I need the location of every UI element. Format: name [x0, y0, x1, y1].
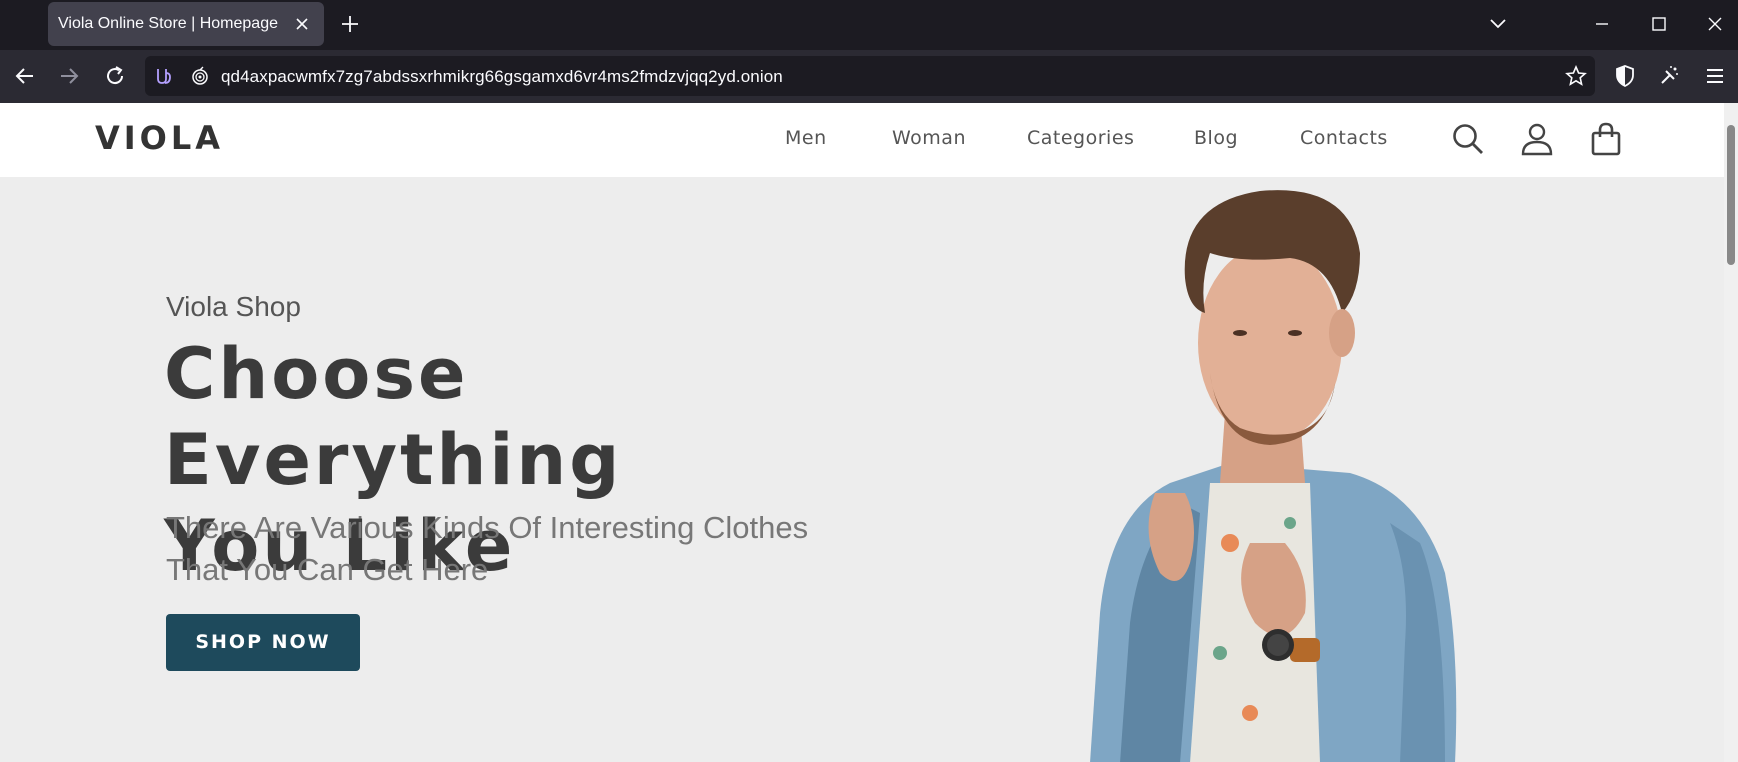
star-icon[interactable] — [1565, 65, 1587, 87]
browser-navbar: qd4axpacwmfx7zg7abdssxrhmikrg66gsgamxd6v… — [0, 50, 1738, 103]
nav-item-blog[interactable]: Blog — [1194, 127, 1238, 149]
hero-subtitle: Viola Shop — [166, 291, 301, 322]
hero-description: There Are Various Kinds Of Interesting C… — [166, 510, 809, 587]
site-header: VIOLA Men Woman Categories Blog Contacts — [0, 103, 1724, 177]
page-scrollbar[interactable] — [1724, 103, 1738, 762]
scrollbar-thumb[interactable] — [1727, 125, 1735, 265]
nav-item-contacts[interactable]: Contacts — [1300, 127, 1388, 149]
web-page: VIOLA Men Woman Categories Blog Contacts… — [0, 103, 1724, 762]
back-icon[interactable] — [12, 63, 38, 89]
minimize-icon[interactable] — [1588, 10, 1616, 38]
hero-title-line-1: Choose Everything — [164, 333, 623, 501]
chevron-down-icon[interactable] — [1484, 10, 1512, 38]
tab-title: Viola Online Store | Homepage — [58, 15, 278, 32]
close-icon[interactable] — [292, 14, 312, 34]
search-icon[interactable] — [1450, 121, 1486, 157]
forward-icon[interactable] — [56, 63, 82, 89]
url-bar[interactable]: qd4axpacwmfx7zg7abdssxrhmikrg66gsgamxd6v… — [145, 56, 1595, 96]
reload-icon[interactable] — [102, 63, 128, 89]
shop-now-button[interactable]: SHOP NOW — [166, 614, 360, 671]
onion-icon[interactable] — [153, 65, 175, 87]
menu-icon[interactable] — [1702, 63, 1728, 89]
shopping-bag-icon[interactable] — [1588, 121, 1624, 157]
user-icon[interactable] — [1519, 121, 1555, 157]
browser-tab[interactable]: Viola Online Store | Homepage — [48, 2, 324, 46]
browser-titlebar: Viola Online Store | Homepage — [0, 0, 1738, 50]
nav-item-men[interactable]: Men — [785, 127, 827, 149]
extension-icon[interactable] — [1656, 63, 1682, 89]
hero-model-image — [1090, 190, 1457, 762]
nav-item-woman[interactable]: Woman — [892, 127, 966, 149]
nav-item-categories[interactable]: Categories — [1027, 127, 1134, 149]
site-logo[interactable]: VIOLA — [95, 119, 224, 157]
url-text[interactable]: qd4axpacwmfx7zg7abdssxrhmikrg66gsgamxd6v… — [221, 67, 783, 87]
close-icon[interactable] — [1701, 10, 1729, 38]
onion-icon[interactable] — [189, 65, 211, 87]
shield-icon[interactable] — [1612, 63, 1638, 89]
maximize-icon[interactable] — [1645, 10, 1673, 38]
plus-icon[interactable] — [338, 12, 362, 36]
